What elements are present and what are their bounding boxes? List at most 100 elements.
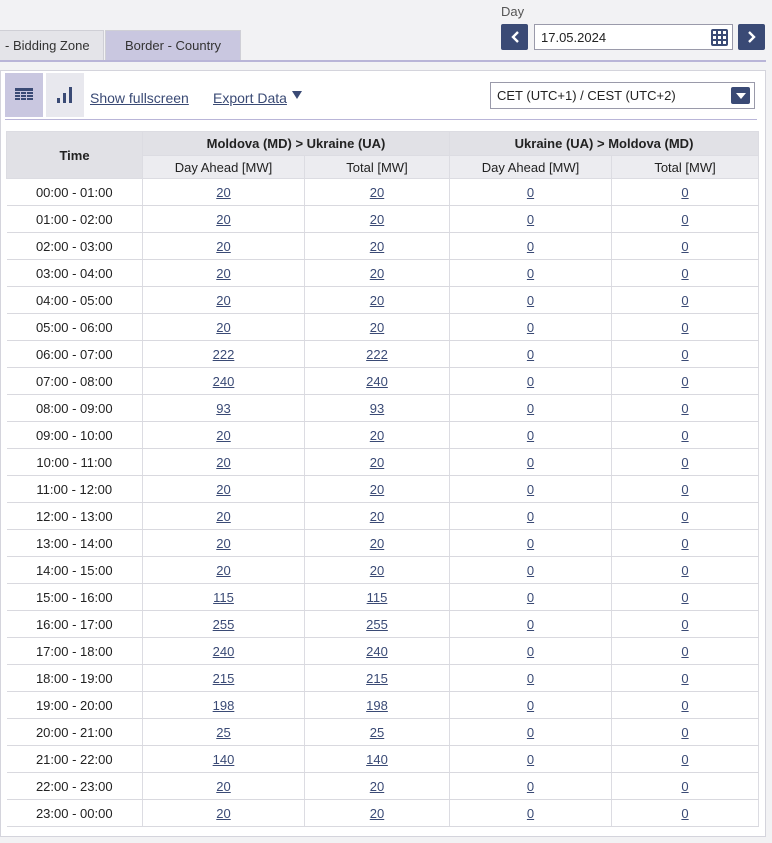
ua-md-total-value-link[interactable]: 0 — [681, 239, 688, 254]
md-ua-total-value-link[interactable]: 20 — [370, 806, 384, 821]
md-ua-total-value-link[interactable]: 20 — [370, 509, 384, 524]
table-view-button[interactable] — [5, 73, 43, 117]
ua-md-day-ahead-value-link[interactable]: 0 — [527, 698, 534, 713]
ua-md-day-ahead-value-link[interactable]: 0 — [527, 266, 534, 281]
md-ua-total-value-link[interactable]: 140 — [366, 752, 388, 767]
md-ua-day-ahead-value-link[interactable]: 215 — [213, 671, 235, 686]
md-ua-day-ahead-value-link[interactable]: 20 — [216, 563, 230, 578]
caret-down-icon[interactable] — [292, 91, 302, 99]
md-ua-day-ahead-value-link[interactable]: 20 — [216, 293, 230, 308]
ua-md-total-value-link[interactable]: 0 — [681, 563, 688, 578]
ua-md-day-ahead-value-link[interactable]: 0 — [527, 374, 534, 389]
timezone-select[interactable]: CET (UTC+1) / CEST (UTC+2) — [490, 82, 755, 109]
ua-md-day-ahead-value-link[interactable]: 0 — [527, 185, 534, 200]
ua-md-day-ahead-value-link[interactable]: 0 — [527, 401, 534, 416]
ua-md-day-ahead-value-link[interactable]: 0 — [527, 806, 534, 821]
md-ua-total-value-link[interactable]: 115 — [367, 590, 388, 605]
ua-md-total-value-link[interactable]: 0 — [681, 590, 688, 605]
md-ua-total-value-link[interactable]: 20 — [370, 536, 384, 551]
ua-md-total-value-link[interactable]: 0 — [681, 293, 688, 308]
md-ua-day-ahead-value-link[interactable]: 115 — [213, 590, 234, 605]
ua-md-day-ahead-value-link[interactable]: 0 — [527, 509, 534, 524]
ua-md-day-ahead-value-link[interactable]: 0 — [527, 320, 534, 335]
tab-border-country[interactable]: Border - Country — [105, 30, 241, 60]
md-ua-day-ahead-value-link[interactable]: 20 — [216, 320, 230, 335]
md-ua-total-value-link[interactable]: 20 — [370, 428, 384, 443]
ua-md-day-ahead-value-link[interactable]: 0 — [527, 590, 534, 605]
md-ua-day-ahead-value-link[interactable]: 20 — [216, 482, 230, 497]
md-ua-day-ahead-value-link[interactable]: 240 — [213, 644, 235, 659]
ua-md-total-value-link[interactable]: 0 — [681, 455, 688, 470]
ua-md-day-ahead-value-link[interactable]: 0 — [527, 347, 534, 362]
ua-md-day-ahead-value-link[interactable]: 0 — [527, 293, 534, 308]
md-ua-total-value-link[interactable]: 20 — [370, 185, 384, 200]
show-fullscreen-link[interactable]: Show fullscreen — [90, 90, 189, 106]
md-ua-total-value-link[interactable]: 240 — [366, 644, 388, 659]
ua-md-total-value-link[interactable]: 0 — [681, 482, 688, 497]
md-ua-day-ahead-value-link[interactable]: 20 — [216, 779, 230, 794]
ua-md-day-ahead-value-link[interactable]: 0 — [527, 725, 534, 740]
md-ua-day-ahead-value-link[interactable]: 20 — [216, 185, 230, 200]
next-day-button[interactable] — [738, 24, 765, 50]
ua-md-total-value-link[interactable]: 0 — [681, 779, 688, 794]
md-ua-day-ahead-value-link[interactable]: 20 — [216, 536, 230, 551]
md-ua-day-ahead-value-link[interactable]: 140 — [213, 752, 235, 767]
md-ua-day-ahead-value-link[interactable]: 20 — [216, 455, 230, 470]
ua-md-total-value-link[interactable]: 0 — [681, 698, 688, 713]
ua-md-day-ahead-value-link[interactable]: 0 — [527, 212, 534, 227]
previous-day-button[interactable] — [501, 24, 528, 50]
md-ua-day-ahead-value-link[interactable]: 20 — [216, 509, 230, 524]
ua-md-total-value-link[interactable]: 0 — [681, 806, 688, 821]
md-ua-total-value-link[interactable]: 20 — [370, 779, 384, 794]
ua-md-day-ahead-value-link[interactable]: 0 — [527, 455, 534, 470]
ua-md-total-value-link[interactable]: 0 — [681, 671, 688, 686]
ua-md-day-ahead-value-link[interactable]: 0 — [527, 563, 534, 578]
md-ua-day-ahead-value-link[interactable]: 20 — [216, 212, 230, 227]
date-input[interactable] — [535, 25, 705, 49]
md-ua-total-value-link[interactable]: 20 — [370, 293, 384, 308]
ua-md-day-ahead-value-link[interactable]: 0 — [527, 428, 534, 443]
md-ua-day-ahead-value-link[interactable]: 222 — [213, 347, 235, 362]
md-ua-total-value-link[interactable]: 20 — [370, 563, 384, 578]
ua-md-total-value-link[interactable]: 0 — [681, 509, 688, 524]
ua-md-total-value-link[interactable]: 0 — [681, 752, 688, 767]
export-data-link[interactable]: Export Data — [213, 90, 287, 106]
ua-md-total-value-link[interactable]: 0 — [681, 347, 688, 362]
md-ua-day-ahead-value-link[interactable]: 255 — [213, 617, 235, 632]
md-ua-total-value-link[interactable]: 93 — [370, 401, 384, 416]
md-ua-day-ahead-value-link[interactable]: 25 — [216, 725, 230, 740]
ua-md-total-value-link[interactable]: 0 — [681, 320, 688, 335]
ua-md-total-value-link[interactable]: 0 — [681, 536, 688, 551]
md-ua-total-value-link[interactable]: 20 — [370, 266, 384, 281]
md-ua-day-ahead-value-link[interactable]: 93 — [216, 401, 230, 416]
ua-md-total-value-link[interactable]: 0 — [681, 374, 688, 389]
md-ua-day-ahead-value-link[interactable]: 198 — [213, 698, 235, 713]
md-ua-day-ahead-value-link[interactable]: 20 — [216, 806, 230, 821]
ua-md-day-ahead-value-link[interactable]: 0 — [527, 644, 534, 659]
md-ua-total-value-link[interactable]: 255 — [366, 617, 388, 632]
ua-md-day-ahead-value-link[interactable]: 0 — [527, 752, 534, 767]
md-ua-total-value-link[interactable]: 240 — [366, 374, 388, 389]
ua-md-total-value-link[interactable]: 0 — [681, 428, 688, 443]
ua-md-total-value-link[interactable]: 0 — [681, 644, 688, 659]
ua-md-day-ahead-value-link[interactable]: 0 — [527, 779, 534, 794]
md-ua-day-ahead-value-link[interactable]: 20 — [216, 239, 230, 254]
md-ua-total-value-link[interactable]: 20 — [370, 455, 384, 470]
md-ua-total-value-link[interactable]: 20 — [370, 482, 384, 497]
chart-view-button[interactable] — [46, 73, 84, 117]
ua-md-day-ahead-value-link[interactable]: 0 — [527, 536, 534, 551]
ua-md-total-value-link[interactable]: 0 — [681, 725, 688, 740]
calendar-icon[interactable] — [711, 29, 728, 46]
md-ua-day-ahead-value-link[interactable]: 20 — [216, 266, 230, 281]
md-ua-total-value-link[interactable]: 25 — [370, 725, 384, 740]
dropdown-caret-icon[interactable] — [731, 87, 750, 104]
ua-md-total-value-link[interactable]: 0 — [681, 212, 688, 227]
ua-md-day-ahead-value-link[interactable]: 0 — [527, 482, 534, 497]
md-ua-total-value-link[interactable]: 222 — [366, 347, 388, 362]
ua-md-day-ahead-value-link[interactable]: 0 — [527, 617, 534, 632]
md-ua-total-value-link[interactable]: 20 — [370, 320, 384, 335]
ua-md-total-value-link[interactable]: 0 — [681, 266, 688, 281]
md-ua-total-value-link[interactable]: 215 — [366, 671, 388, 686]
ua-md-day-ahead-value-link[interactable]: 0 — [527, 671, 534, 686]
ua-md-total-value-link[interactable]: 0 — [681, 617, 688, 632]
